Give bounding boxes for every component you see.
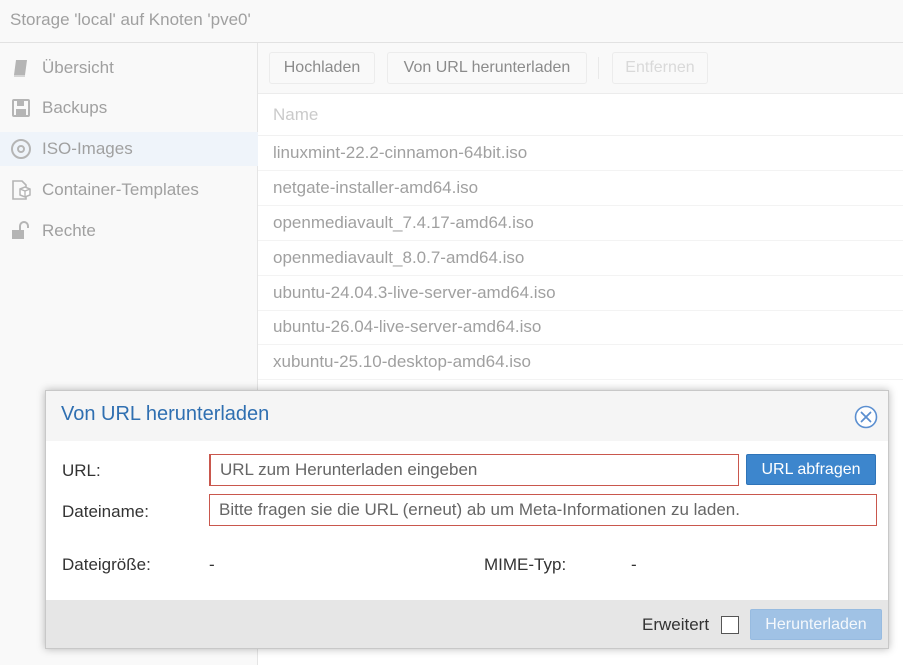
url-input[interactable]: [209, 454, 739, 486]
filename-label: Dateiname:: [62, 502, 149, 521]
close-icon[interactable]: [854, 405, 878, 429]
url-label: URL:: [62, 461, 101, 480]
query-url-button[interactable]: URL abfragen: [746, 454, 876, 485]
filesize-value: -: [209, 555, 215, 574]
download-url-dialog: Von URL herunterladen URL: URL abfragen …: [45, 390, 889, 649]
download-button[interactable]: Herunterladen: [750, 609, 882, 640]
mimetype-value: -: [631, 555, 637, 574]
dialog-body: URL: URL abfragen Dateiname: Dateigröße:…: [46, 441, 888, 600]
dialog-footer: Erweitert Herunterladen: [46, 600, 888, 648]
filesize-label: Dateigröße:: [62, 555, 151, 574]
dialog-title: Von URL herunterladen: [61, 403, 270, 425]
advanced-checkbox[interactable]: [721, 616, 739, 634]
advanced-label: Erweitert: [642, 615, 710, 634]
dialog-header: Von URL herunterladen: [46, 391, 888, 441]
mimetype-label: MIME-Typ:: [484, 555, 567, 574]
filename-input[interactable]: [209, 494, 877, 526]
